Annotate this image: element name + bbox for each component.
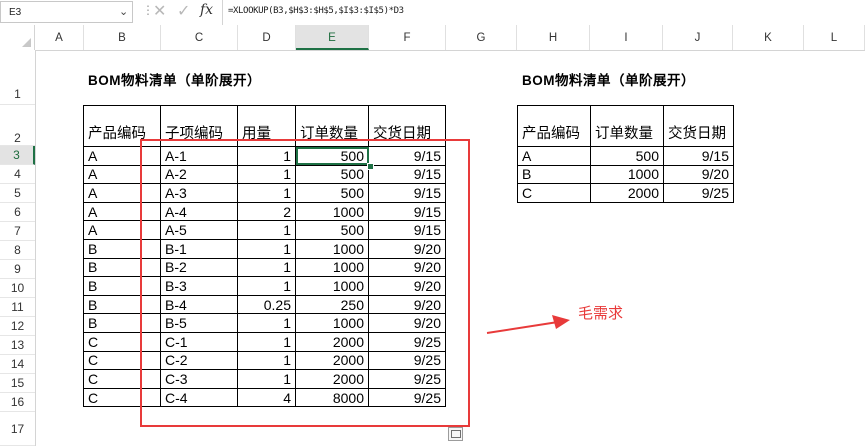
column-header-f[interactable]: F xyxy=(369,25,446,50)
quick-analysis-icon[interactable] xyxy=(448,427,463,441)
row-header-bar: 1 2 3 4 5 6 7 8 9 10 11 12 13 14 15 16 17 xyxy=(0,50,36,446)
row-header-17[interactable]: 17 xyxy=(0,412,35,446)
column-header-k[interactable]: K xyxy=(733,25,804,50)
orders-title: BOM物料清单（单阶展开） xyxy=(522,73,695,88)
orders-table-row: A 500 9/15 xyxy=(517,146,734,166)
column-header-b[interactable]: B xyxy=(84,25,161,50)
row-header-9[interactable]: 9 xyxy=(0,260,35,279)
row-header-15[interactable]: 15 xyxy=(0,374,35,393)
row-header-7[interactable]: 7 xyxy=(0,222,35,241)
row-header-8[interactable]: 8 xyxy=(0,241,35,260)
fill-handle[interactable] xyxy=(367,163,374,170)
select-all-icon xyxy=(22,38,31,47)
column-header-h[interactable]: H xyxy=(517,25,590,50)
orders-header-cell[interactable]: 交货日期 xyxy=(663,105,734,147)
row-header-3[interactable]: 3 xyxy=(0,146,35,165)
orders-cell[interactable]: 1000 xyxy=(590,164,664,185)
orders-cell[interactable]: A xyxy=(517,146,591,166)
row-header-1[interactable]: 1 xyxy=(0,50,35,105)
orders-cell[interactable]: 2000 xyxy=(590,183,664,203)
highlight-box xyxy=(140,139,470,427)
orders-cell[interactable]: C xyxy=(517,183,591,203)
formula-bar-divider xyxy=(222,0,223,25)
formula-input[interactable]: =XLOOKUP(B3,$H$3:$H$5,$I$3:$I$5)*D3 xyxy=(228,6,404,16)
bom-title: BOM物料清单（单阶展开） xyxy=(88,73,261,88)
row-header-11[interactable]: 11 xyxy=(0,298,35,317)
row-header-14[interactable]: 14 xyxy=(0,355,35,374)
orders-cell[interactable]: 9/25 xyxy=(663,183,734,203)
column-header-e[interactable]: E xyxy=(296,25,369,50)
arrow-icon xyxy=(486,315,570,334)
orders-header-cell[interactable]: 产品编码 xyxy=(517,105,591,147)
column-header-g[interactable]: G xyxy=(446,25,517,50)
orders-cell[interactable]: 500 xyxy=(590,146,664,166)
chevron-down-icon[interactable]: ⌄ xyxy=(119,5,128,18)
cancel-icon[interactable]: ✕ xyxy=(153,1,166,21)
column-header-c[interactable]: C xyxy=(161,25,238,50)
column-header-l[interactable]: L xyxy=(804,25,865,50)
column-header-j[interactable]: J xyxy=(663,25,733,50)
orders-cell[interactable]: 9/20 xyxy=(663,164,734,185)
orders-table: 产品编码 订单数量 交货日期 A 500 9/15 B 1000 9/20 C 2000 9/25 xyxy=(517,105,734,203)
orders-table-row: C 2000 9/25 xyxy=(517,183,734,203)
annotation-label: 毛需求 xyxy=(578,305,624,322)
row-header-12[interactable]: 12 xyxy=(0,317,35,336)
row-header-6[interactable]: 6 xyxy=(0,203,35,222)
name-box[interactable]: E3 ⌄ xyxy=(0,1,133,23)
drag-handle-icon[interactable]: ⋮ xyxy=(142,3,154,17)
column-header-a[interactable]: A xyxy=(35,25,84,50)
column-header-d[interactable]: D xyxy=(238,25,296,50)
orders-header-row: 产品编码 订单数量 交货日期 xyxy=(517,105,734,147)
column-header-bar: ABCDEFGHIJKL xyxy=(0,25,865,51)
insert-function-icon[interactable]: fx xyxy=(200,2,213,18)
spreadsheet-window: E3 ⌄ ⋮ ✕ ✓ fx =XLOOKUP(B3,$H$3:$H$5,$I$3… xyxy=(0,0,865,446)
select-all-button[interactable] xyxy=(0,25,35,50)
enter-icon[interactable]: ✓ xyxy=(177,1,190,21)
name-box-value: E3 xyxy=(9,7,22,18)
formula-bar: E3 ⌄ ⋮ ✕ ✓ fx =XLOOKUP(B3,$H$3:$H$5,$I$3… xyxy=(0,0,865,26)
row-header-16[interactable]: 16 xyxy=(0,393,35,412)
row-header-4[interactable]: 4 xyxy=(0,165,35,184)
column-header-i[interactable]: I xyxy=(590,25,663,50)
row-header-5[interactable]: 5 xyxy=(0,184,35,203)
orders-table-row: B 1000 9/20 xyxy=(517,164,734,185)
orders-cell[interactable]: 9/15 xyxy=(663,146,734,166)
row-header-13[interactable]: 13 xyxy=(0,336,35,355)
row-header-2[interactable]: 2 xyxy=(0,105,35,146)
row-header-10[interactable]: 10 xyxy=(0,279,35,298)
orders-header-cell[interactable]: 订单数量 xyxy=(590,105,664,147)
orders-cell[interactable]: B xyxy=(517,164,591,185)
